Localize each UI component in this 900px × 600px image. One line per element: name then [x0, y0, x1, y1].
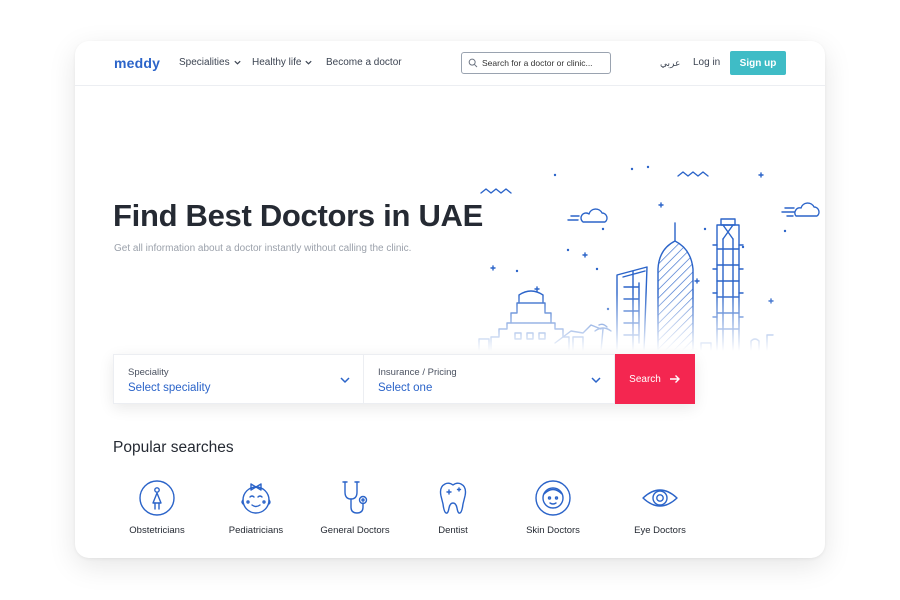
speciality-select[interactable]: Speciality Select speciality: [113, 354, 364, 404]
nav-healthy-life[interactable]: Healthy life: [252, 57, 313, 68]
nav-become-doctor-label: Become a doctor: [326, 57, 402, 68]
nav-healthy-life-label: Healthy life: [252, 57, 302, 68]
popular-item-label: General Doctors: [320, 525, 390, 536]
popular-item-label: Skin Doctors: [526, 525, 580, 536]
speciality-value: Select speciality: [128, 382, 211, 394]
popular-item-eye-doctors[interactable]: Eye Doctors: [610, 478, 710, 536]
search-button-label: Search: [629, 373, 661, 385]
baby-face-icon: [241, 483, 271, 514]
nav-specialities-label: Specialities: [179, 57, 230, 68]
login-link[interactable]: Log in: [693, 57, 720, 68]
popular-searches-title: Popular searches: [113, 439, 234, 456]
chevron-down-icon: [340, 377, 350, 384]
chevron-down-icon: [233, 60, 241, 65]
popular-item-label: Eye Doctors: [634, 525, 686, 536]
eye-icon: [642, 489, 678, 507]
insurance-label: Insurance / Pricing: [378, 367, 457, 378]
speciality-label: Speciality: [128, 367, 169, 378]
stethoscope-icon: [342, 481, 368, 514]
logo[interactable]: meddy: [114, 55, 160, 71]
search-button[interactable]: Search: [615, 354, 695, 404]
doctor-search-form: Speciality Select speciality Insurance /…: [113, 354, 695, 404]
face-icon: [535, 480, 571, 516]
top-navbar: meddy Specialities Healthy life Become a…: [75, 41, 825, 86]
signup-button[interactable]: Sign up: [730, 51, 786, 75]
popular-item-skin-doctors[interactable]: Skin Doctors: [503, 478, 603, 536]
header-search[interactable]: [461, 52, 611, 74]
main-card: meddy Specialities Healthy life Become a…: [75, 41, 825, 558]
popular-item-obstetricians[interactable]: Obstetricians: [107, 478, 207, 536]
popular-item-label: Dentist: [438, 525, 468, 536]
popular-item-pediatricians[interactable]: Pediatricians: [206, 478, 306, 536]
chevron-down-icon: [591, 377, 601, 384]
tooth-icon: [439, 482, 467, 514]
nav-become-doctor[interactable]: Become a doctor: [326, 57, 402, 68]
obstetrician-icon: [139, 480, 175, 516]
city-skyline-illustration: [455, 119, 825, 351]
insurance-select[interactable]: Insurance / Pricing Select one: [364, 354, 615, 404]
search-icon: [468, 58, 478, 68]
language-switch[interactable]: عربي: [660, 58, 680, 69]
popular-item-general-doctors[interactable]: General Doctors: [305, 478, 405, 536]
chevron-down-icon: [305, 60, 313, 65]
hero-title: Find Best Doctors in UAE: [113, 198, 483, 233]
insurance-value: Select one: [378, 382, 433, 394]
hero-subtitle: Get all information about a doctor insta…: [114, 243, 412, 254]
header-search-input[interactable]: [482, 58, 600, 68]
popular-item-label: Obstetricians: [129, 525, 185, 536]
arrow-right-icon: [669, 375, 680, 383]
nav-specialities[interactable]: Specialities: [179, 57, 242, 68]
popular-item-label: Pediatricians: [228, 525, 284, 536]
popular-item-dentist[interactable]: Dentist: [403, 478, 503, 536]
